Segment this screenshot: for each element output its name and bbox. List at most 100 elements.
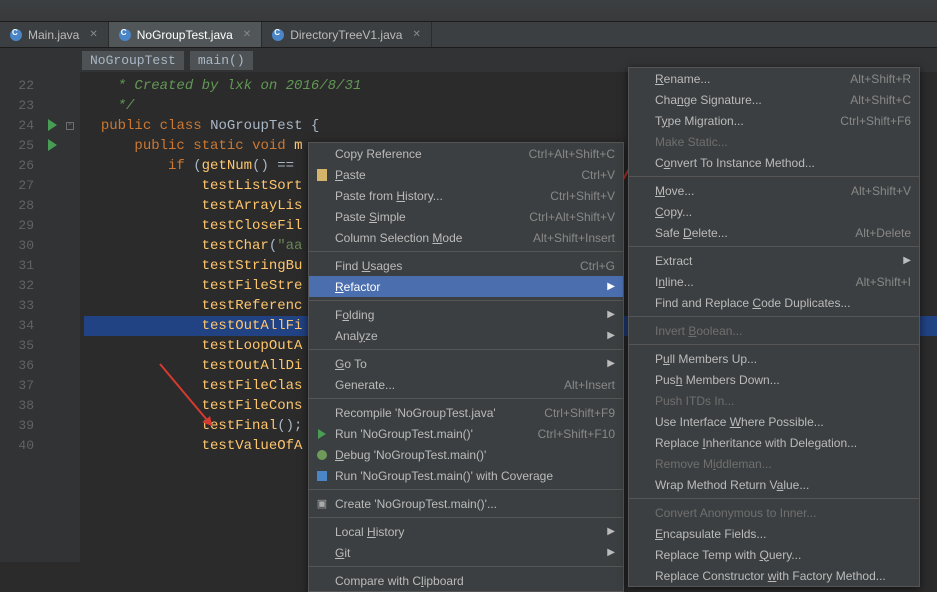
close-icon[interactable]: ✕ — [89, 29, 97, 40]
menu-item-label: Run 'NoGroupTest.main()' — [335, 427, 473, 441]
menu-item-label: Extract — [655, 254, 692, 268]
ctx-recompile-nogrouptest-java[interactable]: Recompile 'NoGroupTest.java'Ctrl+Shift+F… — [309, 402, 623, 423]
ctx-find-usages[interactable]: Find UsagesCtrl+G — [309, 255, 623, 276]
refactor-find-and-replace-code-duplicates[interactable]: Find and Replace Code Duplicates... — [629, 292, 919, 313]
menu-item-label: Change Signature... — [655, 93, 762, 107]
refactor-change-signature[interactable]: Change Signature...Alt+Shift+C — [629, 89, 919, 110]
menu-separator — [309, 349, 623, 350]
ctx-copy-reference[interactable]: Copy ReferenceCtrl+Alt+Shift+C — [309, 143, 623, 164]
tab-nogrouptest-java[interactable]: NoGroupTest.java ✕ — [109, 22, 262, 47]
shortcut-label: Alt+Insert — [544, 378, 615, 392]
shortcut-label: Ctrl+Shift+F10 — [518, 427, 615, 441]
refactor-inline[interactable]: Inline...Alt+Shift+I — [629, 271, 919, 292]
java-class-icon — [272, 29, 284, 41]
menu-separator — [309, 517, 623, 518]
ctx-column-selection-mode[interactable]: Column Selection ModeAlt+Shift+Insert — [309, 227, 623, 248]
menu-separator — [309, 300, 623, 301]
tab-main-java[interactable]: Main.java ✕ — [0, 22, 109, 47]
tab-label: Main.java — [28, 28, 79, 42]
refactor-type-migration[interactable]: Type Migration...Ctrl+Shift+F6 — [629, 110, 919, 131]
refactor-make-static: Make Static... — [629, 131, 919, 152]
menu-separator — [309, 566, 623, 567]
ctx-run-nogrouptest-main[interactable]: Run 'NoGroupTest.main()' Ctrl+Shift+F10 — [309, 423, 623, 444]
ctx-go-to[interactable]: Go To▶ — [309, 353, 623, 374]
shortcut-label: Alt+Shift+Insert — [513, 231, 615, 245]
menu-item-label: Remove Middleman... — [655, 457, 772, 471]
ctx-paste-from-history[interactable]: Paste from History...Ctrl+Shift+V — [309, 185, 623, 206]
submenu-arrow-icon: ▶ — [607, 358, 615, 369]
refactor-replace-constructor-with-factory-method[interactable]: Replace Constructor with Factory Method.… — [629, 565, 919, 586]
ctx-compare-with-clipboard[interactable]: Compare with Clipboard — [309, 570, 623, 591]
refactor-wrap-method-return-value[interactable]: Wrap Method Return Value... — [629, 474, 919, 495]
refactor-push-members-down[interactable]: Push Members Down... — [629, 369, 919, 390]
close-icon[interactable]: ✕ — [243, 29, 251, 40]
line-gutter: 22232425262728293031323334353637383940 — [0, 72, 44, 562]
menu-item-label: Copy... — [655, 205, 692, 219]
menu-item-label: Paste — [335, 168, 366, 182]
ctx-run-nogrouptest-main-with-coverage[interactable]: Run 'NoGroupTest.main()' with Coverage — [309, 465, 623, 486]
ctx-folding[interactable]: Folding ▶ — [309, 304, 623, 325]
shortcut-label: Alt+Shift+I — [836, 275, 911, 289]
shortcut-label: Ctrl+Shift+F6 — [820, 114, 911, 128]
refactor-extract[interactable]: Extract▶ — [629, 250, 919, 271]
menu-item-label: Use Interface Where Possible... — [655, 415, 824, 429]
menu-item-label: Local History — [335, 525, 404, 539]
ctx-refactor[interactable]: Refactor▶ — [309, 276, 623, 297]
menu-separator — [629, 316, 919, 317]
menu-item-label: Recompile 'NoGroupTest.java' — [335, 406, 496, 420]
ctx-paste[interactable]: PasteCtrl+V — [309, 164, 623, 185]
menu-item-label: Debug 'NoGroupTest.main()' — [335, 448, 486, 462]
tab-directorytree-java[interactable]: DirectoryTreeV1.java ✕ — [262, 22, 432, 47]
menu-item-label: Pull Members Up... — [655, 352, 757, 366]
shortcut-label: Ctrl+Alt+Shift+V — [509, 210, 615, 224]
breadcrumb-class[interactable]: NoGroupTest — [82, 51, 184, 70]
menu-item-label: Analyze — [335, 329, 378, 343]
menu-item-label: Encapsulate Fields... — [655, 527, 766, 541]
tab-label: DirectoryTreeV1.java — [290, 28, 402, 42]
menu-separator — [309, 489, 623, 490]
coverage-icon — [315, 469, 329, 483]
menu-item-label: Move... — [655, 184, 694, 198]
menu-item-label: Make Static... — [655, 135, 728, 149]
run-gutter-icon[interactable] — [48, 139, 57, 151]
refactor-replace-inheritance-with-delegation[interactable]: Replace Inheritance with Delegation... — [629, 432, 919, 453]
refactor-convert-anonymous-to-inner: Convert Anonymous to Inner... — [629, 502, 919, 523]
toolbar — [0, 0, 937, 22]
ctx-local-history[interactable]: Local History▶ — [309, 521, 623, 542]
context-menu[interactable]: Copy ReferenceCtrl+Alt+Shift+CPasteCtrl+… — [308, 142, 624, 592]
menu-item-label: Push ITDs In... — [655, 394, 734, 408]
ctx-generate[interactable]: Generate... Alt+Insert — [309, 374, 623, 395]
ctx-create-nogrouptest-main[interactable]: ▣Create 'NoGroupTest.main()'... — [309, 493, 623, 514]
ctx-git[interactable]: Git▶ — [309, 542, 623, 563]
marker-gutter — [44, 72, 80, 562]
refactor-move[interactable]: Move... Alt+Shift+V — [629, 180, 919, 201]
menu-item-label: Wrap Method Return Value... — [655, 478, 809, 492]
menu-separator — [629, 176, 919, 177]
menu-item-label: Folding — [335, 308, 374, 322]
close-icon[interactable]: ✕ — [412, 29, 420, 40]
refactor-convert-to-instance-method[interactable]: Convert To Instance Method... — [629, 152, 919, 173]
breadcrumb-method[interactable]: main() — [190, 51, 253, 70]
ctx-paste-simple[interactable]: Paste SimpleCtrl+Alt+Shift+V — [309, 206, 623, 227]
refactor-pull-members-up[interactable]: Pull Members Up... — [629, 348, 919, 369]
menu-item-label: Invert Boolean... — [655, 324, 742, 338]
refactor-rename[interactable]: Rename...Alt+Shift+R — [629, 68, 919, 89]
refactor-encapsulate-fields[interactable]: Encapsulate Fields... — [629, 523, 919, 544]
ctx-analyze[interactable]: Analyze▶ — [309, 325, 623, 346]
menu-item-label: Refactor — [335, 280, 380, 294]
run-gutter-icon[interactable] — [48, 119, 57, 131]
menu-item-label: Run 'NoGroupTest.main()' with Coverage — [335, 469, 553, 483]
menu-item-label: Generate... — [335, 378, 395, 392]
menu-item-label: Compare with Clipboard — [335, 574, 464, 588]
submenu-arrow-icon: ▶ — [607, 547, 615, 558]
refactor-push-itds-in: Push ITDs In... — [629, 390, 919, 411]
fold-icon[interactable] — [66, 122, 74, 130]
refactor-safe-delete[interactable]: Safe Delete...Alt+Delete — [629, 222, 919, 243]
shortcut-label: Alt+Shift+V — [831, 184, 911, 198]
menu-item-label: Convert Anonymous to Inner... — [655, 506, 816, 520]
ctx-debug-nogrouptest-main[interactable]: Debug 'NoGroupTest.main()' — [309, 444, 623, 465]
refactor-submenu[interactable]: Rename...Alt+Shift+RChange Signature...A… — [628, 67, 920, 587]
refactor-use-interface-where-possible[interactable]: Use Interface Where Possible... — [629, 411, 919, 432]
submenu-arrow-icon: ▶ — [607, 309, 615, 320]
refactor-copy[interactable]: Copy... — [629, 201, 919, 222]
